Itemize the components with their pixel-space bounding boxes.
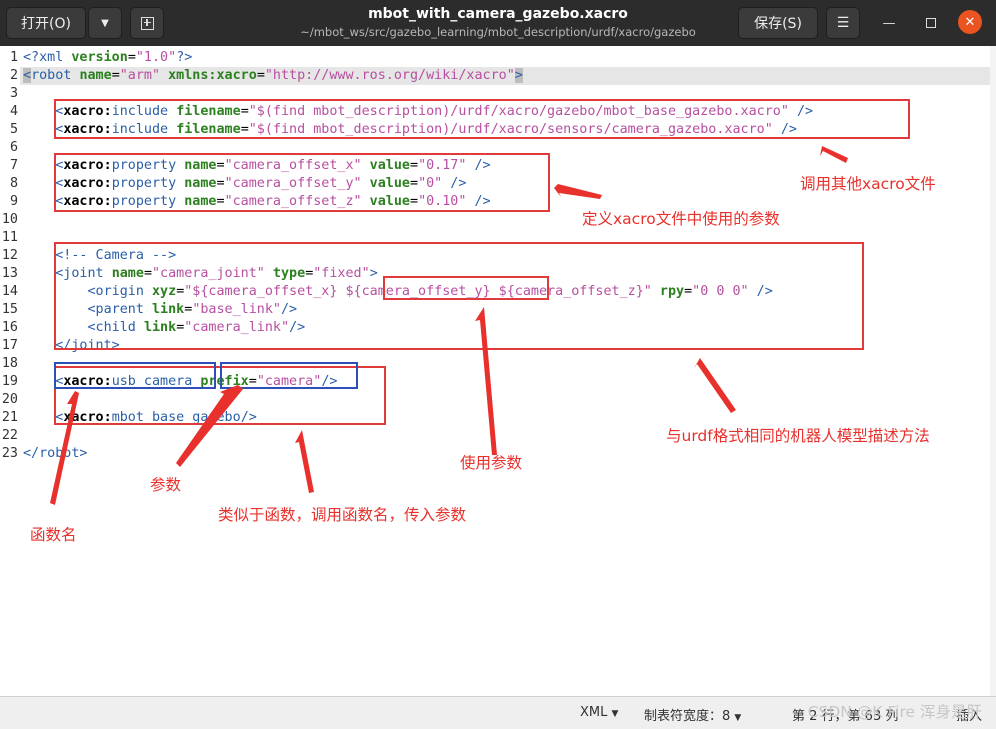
arrow-urdf: [694, 358, 736, 413]
note-like-function: 类似于函数，调用函数名，传入参数: [218, 506, 467, 524]
note-call-other: 调用其他xacro文件: [800, 175, 936, 193]
arrow-func-name: [50, 391, 79, 505]
chevron-down-icon: ▼: [611, 709, 619, 719]
language-label: XML: [580, 705, 608, 720]
arrow-use-param: [475, 307, 497, 455]
note-use-param: 使用参数: [460, 454, 523, 472]
language-selector[interactable]: XML ▼: [580, 705, 618, 720]
arrow-call-other: [820, 146, 848, 163]
note-define-params: 定义xacro文件中使用的参数: [582, 210, 780, 228]
watermark: CSDN @K Fire 浑身是肝: [807, 703, 982, 721]
arrow-define-params: [554, 184, 602, 199]
note-param: 参数: [150, 476, 182, 494]
arrow-like-function: [295, 430, 314, 493]
note-urdf-same: 与urdf格式相同的机器人模型描述方法: [666, 427, 930, 445]
tab-width-selector[interactable]: 制表符宽度：8 ▼: [644, 705, 741, 724]
chevron-down-icon: ▼: [734, 713, 742, 723]
arrow-param: [176, 385, 243, 467]
vertical-scrollbar[interactable]: [990, 46, 996, 696]
note-func-name: 函数名: [30, 526, 77, 544]
tab-width-label: 制表符宽度：8: [644, 709, 731, 724]
annotation-arrows: [50, 146, 848, 505]
